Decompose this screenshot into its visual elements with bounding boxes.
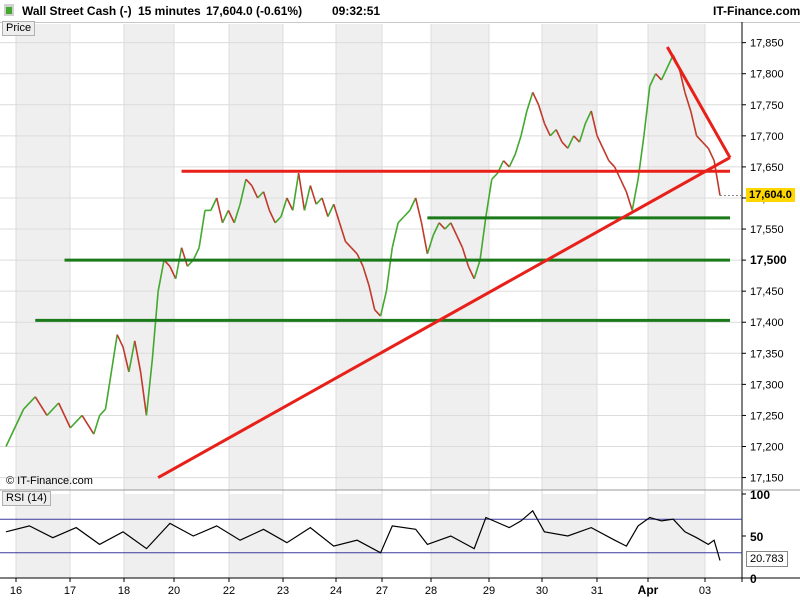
y-tick-label: 17,500 xyxy=(750,253,787,267)
x-tick-label: 17 xyxy=(64,585,76,597)
x-tick-label: 20 xyxy=(168,585,180,597)
price-segment xyxy=(420,222,429,255)
price-segment xyxy=(81,415,95,435)
day-band xyxy=(16,24,70,490)
price-segment xyxy=(613,166,622,180)
y-tick-label: 17,450 xyxy=(750,286,784,298)
x-tick-label: 03 xyxy=(699,585,711,597)
x-tick-label: Apr xyxy=(638,583,659,597)
price-segment xyxy=(631,179,639,211)
price-segment xyxy=(508,154,516,168)
x-tick-label: 27 xyxy=(376,585,388,597)
rsi-day-band xyxy=(124,494,174,578)
day-band xyxy=(229,24,283,490)
y-tick-label: 17,200 xyxy=(750,442,784,454)
watermark: © IT-Finance.com xyxy=(6,475,93,487)
price-segment xyxy=(116,334,124,348)
rsi-day-band xyxy=(431,494,489,578)
y-tick-label: 17,800 xyxy=(750,69,784,81)
price-segment xyxy=(192,247,200,261)
price-segment xyxy=(608,160,616,168)
price-segment xyxy=(502,160,510,168)
price-segment xyxy=(602,147,610,162)
day-band xyxy=(124,24,174,490)
price-segment xyxy=(409,197,417,211)
last-price-marker: 17,604.0 xyxy=(746,188,795,203)
y-tick-label: 17,700 xyxy=(750,131,784,143)
price-segment xyxy=(291,172,300,211)
price-segment xyxy=(286,197,294,211)
x-tick-label: 18 xyxy=(118,585,130,597)
rsi-tick-label: 0 xyxy=(750,572,757,586)
price-segment xyxy=(215,197,224,224)
x-tick-label: 16 xyxy=(10,585,22,597)
y-tick-label: 17,750 xyxy=(750,100,784,112)
rsi-tick-label: 100 xyxy=(750,488,770,502)
price-segment xyxy=(707,147,715,162)
rsi-day-band xyxy=(16,494,70,578)
rsi-current-marker: 20.783 xyxy=(746,551,788,567)
rsi-day-band xyxy=(336,494,382,578)
price-segment xyxy=(321,197,329,217)
x-tick-label: 24 xyxy=(330,585,342,597)
price-segment xyxy=(531,92,540,106)
price-segment xyxy=(625,191,633,211)
price-segment xyxy=(99,408,107,416)
x-tick-label: 30 xyxy=(536,585,548,597)
chart-canvas[interactable]: 17,150 17,200 17,250 17,300 17,350 17,400 17,4… xyxy=(0,0,800,600)
x-tick-label: 31 xyxy=(591,585,603,597)
price-segment xyxy=(221,210,230,224)
price-segment xyxy=(391,222,399,248)
price-segment xyxy=(414,197,423,224)
price-segment xyxy=(180,247,189,267)
x-tick-label: 28 xyxy=(425,585,437,597)
price-segment xyxy=(514,135,522,155)
price-segment xyxy=(596,135,604,149)
price-segment xyxy=(526,92,534,112)
y-tick-label: 17,300 xyxy=(750,379,784,391)
rsi-tick-label: 50 xyxy=(750,530,764,544)
day-band xyxy=(648,24,705,490)
x-tick-label: 29 xyxy=(483,585,495,597)
price-segment xyxy=(619,178,628,193)
y-tick-label: 17,350 xyxy=(750,348,784,360)
price-segment xyxy=(491,172,499,180)
price-segment xyxy=(520,110,528,137)
price-segment xyxy=(403,209,411,218)
price-segment xyxy=(327,203,335,217)
price-segment xyxy=(315,197,323,205)
x-tick-label: 23 xyxy=(277,585,289,597)
price-segment xyxy=(104,371,113,410)
rsi-panel-tag: RSI (14) xyxy=(2,491,51,506)
price-segment xyxy=(174,247,183,279)
y-tick-label: 17,550 xyxy=(750,224,784,236)
price-panel-tag: Price xyxy=(2,21,36,36)
y-tick-label: 17,400 xyxy=(750,317,784,329)
y-tick-label: 17,850 xyxy=(750,38,784,50)
price-segment xyxy=(637,135,645,180)
rsi-day-band xyxy=(648,494,705,578)
y-tick-label: 17,250 xyxy=(750,410,784,422)
price-segment xyxy=(210,197,218,211)
price-segment xyxy=(297,172,306,211)
y-tick-label: 17,150 xyxy=(750,473,784,485)
price-segment xyxy=(309,185,317,205)
price-segment xyxy=(69,414,83,429)
x-tick-label: 22 xyxy=(223,585,235,597)
price-segment xyxy=(385,247,394,292)
y-tick-label: 17,650 xyxy=(750,162,784,174)
price-segment xyxy=(397,216,405,224)
price-segment xyxy=(93,415,101,435)
